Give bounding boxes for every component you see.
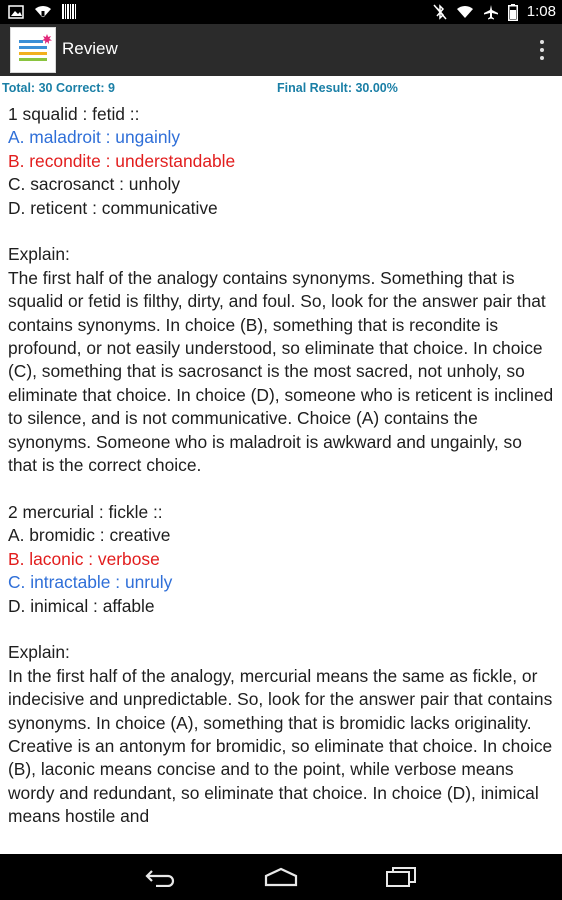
recent-apps-icon[interactable]: [381, 862, 421, 892]
option-d: D. inimical : affable: [8, 595, 155, 616]
explanation-text: In the first half of the analogy, mercur…: [8, 665, 553, 827]
results-summary: Total: 30 Correct: 9 Final Result: 30.00…: [0, 76, 562, 100]
navigation-bar: [0, 854, 562, 900]
home-icon[interactable]: [261, 862, 301, 892]
question-block: 1 squalid : fetid :: A. maladroit : unga…: [8, 103, 554, 501]
wifi-icon: [456, 5, 474, 19]
status-bar: 1:08: [0, 0, 562, 24]
explanation-text: The first half of the analogy contains s…: [8, 267, 554, 476]
option-a: A. bromidic : creative: [8, 525, 171, 546]
option-b: B. recondite : understandable: [8, 150, 236, 171]
airplane-icon: [483, 4, 499, 20]
option-a: A. maladroit : ungainly: [8, 127, 181, 148]
explain-label: Explain:: [8, 244, 70, 265]
page-title: Review: [62, 39, 118, 58]
question-text: 1 squalid : fetid ::: [8, 104, 140, 124]
option-c: C. sacrosanct : unholy: [8, 174, 181, 195]
review-content[interactable]: 1 squalid : fetid :: A. maladroit : unga…: [0, 100, 562, 854]
overflow-menu-icon[interactable]: [536, 36, 548, 64]
back-icon[interactable]: [141, 862, 181, 892]
question-block: 2 mercurial : fickle :: A. bromidic : cr…: [8, 501, 554, 829]
option-b: B. laconic : verbose: [8, 548, 160, 569]
wifi-icon: [34, 5, 52, 19]
option-d: D. reticent : communicative: [8, 197, 218, 218]
final-result: Final Result: 30.00%: [277, 81, 398, 95]
app-logo-icon[interactable]: [10, 27, 56, 73]
battery-icon: [507, 3, 518, 21]
option-c: C. intractable : unruly: [8, 572, 173, 593]
bluetooth-off-icon: [433, 4, 447, 20]
barcode-icon: [62, 4, 76, 19]
photo-icon: [8, 4, 24, 19]
action-bar: Review: [0, 24, 562, 76]
total-correct-count: Total: 30 Correct: 9: [2, 81, 115, 95]
status-time: 1:08: [526, 3, 556, 20]
explain-label: Explain:: [8, 642, 70, 663]
question-text: 2 mercurial : fickle ::: [8, 501, 163, 522]
